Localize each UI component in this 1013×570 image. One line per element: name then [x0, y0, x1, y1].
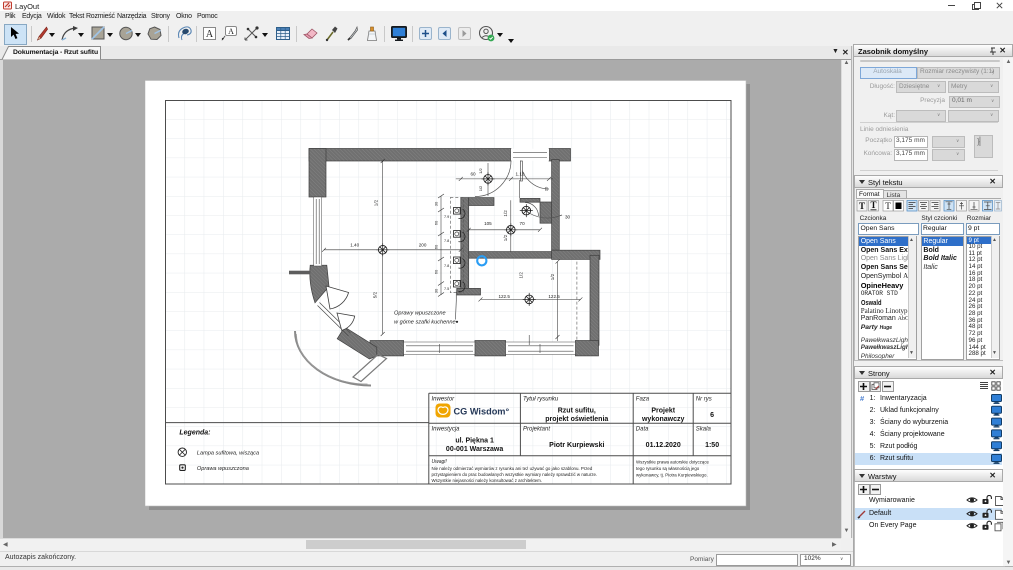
- svg-text:30: 30: [434, 288, 439, 293]
- svg-text:Lampa sufitowa, wisząca: Lampa sufitowa, wisząca: [197, 451, 259, 457]
- svg-text:tego rysunku są własnością jeg: tego rysunku są własnością jego: [636, 466, 700, 471]
- svg-text:30: 30: [434, 201, 439, 206]
- svg-text:60: 60: [434, 244, 439, 249]
- svg-text:7.5: 7.5: [444, 287, 449, 291]
- svg-text:1/2: 1/2: [503, 210, 508, 217]
- svg-text:Inwestor: Inwestor: [432, 397, 456, 403]
- svg-text:1/2: 1/2: [519, 272, 524, 279]
- svg-text:Data: Data: [636, 427, 649, 433]
- svg-text:7.9: 7.9: [444, 215, 449, 219]
- svg-text:60: 60: [470, 172, 476, 177]
- svg-text:1/2: 1/2: [374, 199, 379, 206]
- svg-text:Oprawy wpuszczone: Oprawy wpuszczone: [394, 311, 446, 317]
- svg-text:Wszystkie niejasności należy k: Wszystkie niejasności należy konsultować…: [432, 478, 543, 483]
- svg-text:5/2: 5/2: [373, 291, 378, 298]
- svg-text:00-001 Warszawa: 00-001 Warszawa: [446, 446, 503, 453]
- svg-text:A: A: [206, 29, 214, 40]
- svg-text:60: 60: [434, 220, 439, 225]
- svg-text:70: 70: [520, 221, 526, 226]
- svg-text:1/2: 1/2: [503, 234, 508, 241]
- svg-text:T: T: [859, 201, 865, 211]
- svg-text:122.5: 122.5: [498, 294, 510, 299]
- svg-text:Nie należy odmierzać wymiarów: Nie należy odmierzać wymiarów z rysunku …: [432, 466, 593, 471]
- svg-text:Wszystkie prawa autorskie doty: Wszystkie prawa autorskie dotyczące: [636, 460, 710, 465]
- svg-text:Projektant: Projektant: [523, 427, 550, 433]
- svg-text:wykonawcy, tj. Piotra Kurpiews: wykonawcy, tj. Piotra Kurpiewskiego.: [636, 473, 708, 478]
- svg-text:T: T: [885, 201, 891, 211]
- svg-text:CG Wisdom°: CG Wisdom°: [454, 407, 510, 417]
- svg-text:01.12.2020: 01.12.2020: [646, 442, 681, 449]
- svg-text:przystąpieniem do prac budowla: przystąpieniem do prac budowlanych wszys…: [432, 472, 598, 477]
- svg-text:105: 105: [484, 221, 492, 226]
- svg-text:ul. Piękna 1: ul. Piękna 1: [455, 437, 494, 444]
- svg-text:Uwagi!: Uwagi!: [432, 459, 448, 465]
- svg-text:7.8: 7.8: [444, 239, 449, 243]
- svg-text:60: 60: [434, 269, 439, 274]
- svg-text:1/2: 1/2: [550, 273, 555, 280]
- svg-text:Projekt: Projekt: [651, 408, 675, 415]
- svg-text:Skala: Skala: [696, 427, 712, 433]
- svg-text:Piotr Kurpiewski: Piotr Kurpiewski: [549, 442, 604, 449]
- svg-text:Oprawa wpuszczona: Oprawa wpuszczona: [197, 466, 249, 472]
- svg-text:30: 30: [565, 215, 571, 220]
- svg-text:Faza: Faza: [636, 397, 650, 403]
- svg-text:wykonawczy: wykonawczy: [641, 416, 685, 423]
- svg-text:1/2: 1/2: [478, 185, 483, 191]
- svg-text:Nr rys: Nr rys: [696, 397, 712, 403]
- svg-text:A: A: [228, 27, 234, 36]
- svg-text:1:50: 1:50: [705, 442, 719, 449]
- svg-text:200: 200: [419, 242, 427, 247]
- svg-text:6: 6: [710, 412, 714, 419]
- svg-text:Tytuł rysunku: Tytuł rysunku: [523, 397, 559, 403]
- svg-text:w górne szafki kuchenne: w górne szafki kuchenne: [394, 320, 456, 326]
- svg-text:122.5: 122.5: [548, 294, 560, 299]
- svg-text:1.10: 1.10: [516, 172, 525, 177]
- svg-text:Legenda:: Legenda:: [179, 430, 210, 437]
- svg-text:1.40: 1.40: [350, 242, 359, 247]
- svg-text:20: 20: [544, 186, 549, 191]
- svg-text:Inwestycja: Inwestycja: [432, 427, 461, 433]
- svg-text:projekt oświetlenia: projekt oświetlenia: [545, 416, 608, 423]
- svg-text:7.8: 7.8: [444, 264, 449, 268]
- svg-text:Rzut sufitu,: Rzut sufitu,: [558, 408, 596, 415]
- svg-text:1/2: 1/2: [478, 167, 483, 173]
- svg-text:T: T: [870, 200, 876, 210]
